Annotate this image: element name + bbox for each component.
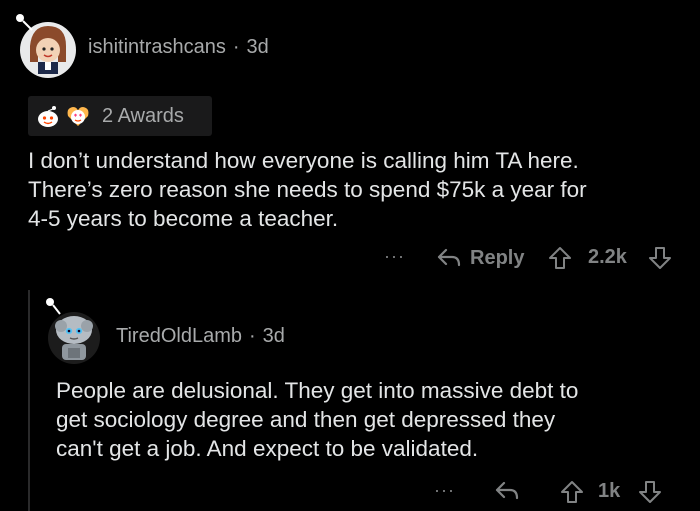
awards-count: 2 Awards	[102, 104, 184, 127]
comment-body: I don’t understand how everyone is calli…	[28, 146, 688, 233]
awards-badge[interactable]: 2 Awards	[28, 96, 212, 136]
reply-button[interactable]	[494, 480, 520, 502]
comment-text-line: get sociology degree and then get depres…	[56, 407, 556, 432]
more-dots-icon[interactable]: ···	[434, 480, 455, 501]
reply-button[interactable]: Reply	[436, 240, 524, 276]
comment-text-line: 4-5 years to become a teacher.	[28, 206, 339, 231]
user-avatar[interactable]	[14, 12, 78, 80]
comment-text-line: People are delusional. They get into mas…	[56, 378, 579, 403]
separator-dot: ·	[248, 325, 256, 347]
comment-body: People are delusional. They get into mas…	[56, 376, 686, 463]
comment-actions: ··· 1k	[430, 474, 690, 510]
downvote-button[interactable]	[638, 480, 662, 504]
upvote-button[interactable]	[560, 480, 584, 504]
comment-age: 3d	[246, 36, 269, 58]
reply-label: Reply	[470, 246, 525, 269]
vote-score: 1k	[598, 480, 621, 502]
heart-eyes-award-icon	[67, 107, 89, 126]
upvote-arrow-icon	[561, 481, 583, 503]
username-link[interactable]: ishitintrashcans	[88, 36, 226, 58]
comment-header: TiredOldLamb · 3d	[116, 325, 285, 348]
comment-text-line: can't get a job. And expect to be valida…	[56, 436, 479, 461]
user-avatar[interactable]	[44, 296, 102, 366]
avatar-image	[16, 14, 76, 78]
comment-text-line: There’s zero reason she needs to spend $…	[28, 177, 587, 202]
downvote-button[interactable]	[648, 246, 672, 270]
downvote-arrow-icon	[639, 481, 661, 503]
thread-line[interactable]	[28, 290, 30, 511]
comment-text-line: I don’t understand how everyone is calli…	[28, 148, 579, 173]
comment-header: ishitintrashcans · 3d	[88, 36, 269, 59]
upvote-arrow-icon	[549, 247, 571, 269]
comment-age: 3d	[262, 325, 285, 347]
comment-actions: ··· Reply 2.2k	[380, 240, 680, 276]
reply-arrow-icon	[437, 248, 461, 267]
vote-score: 2.2k	[588, 246, 627, 268]
avatar-image	[46, 298, 100, 364]
username-link[interactable]: TiredOldLamb	[116, 325, 242, 347]
happy-face-award-icon	[38, 106, 58, 127]
upvote-button[interactable]	[548, 246, 572, 270]
more-dots-icon[interactable]: ···	[384, 246, 405, 267]
separator-dot: ·	[232, 36, 240, 58]
downvote-arrow-icon	[649, 247, 671, 269]
reply-arrow-icon	[495, 481, 519, 500]
